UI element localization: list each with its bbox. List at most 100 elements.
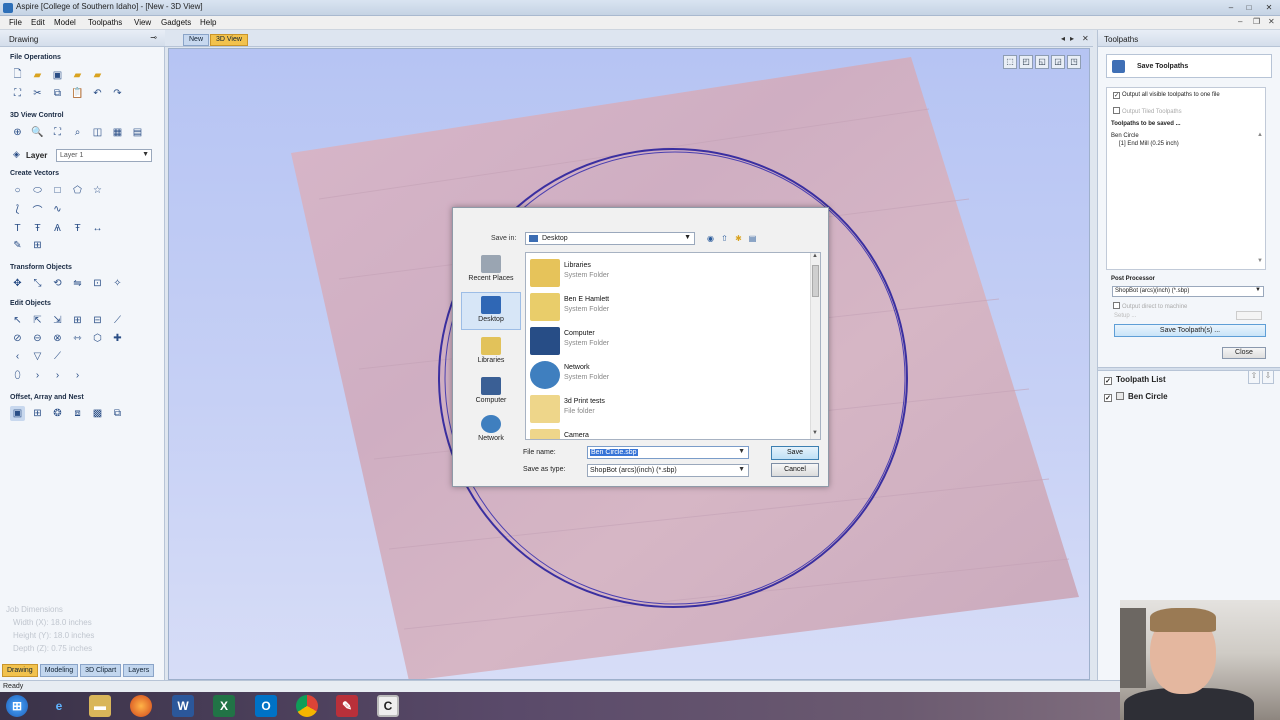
- menu-gadgets[interactable]: Gadgets: [161, 18, 191, 27]
- offset-open-icon[interactable]: ›: [70, 368, 85, 383]
- knife-icon[interactable]: ⟋: [110, 313, 125, 328]
- layer-select[interactable]: Layer 1 ▼: [56, 149, 152, 162]
- tab-drawing[interactable]: Drawing: [2, 664, 38, 677]
- save-button[interactable]: Save: [771, 446, 819, 460]
- output-tiled-checkbox[interactable]: Output Tiled Toolpaths: [1113, 107, 1182, 115]
- extend-icon[interactable]: ⟋: [50, 349, 65, 364]
- outlook-icon[interactable]: O: [255, 695, 277, 717]
- firefox-icon[interactable]: [130, 695, 152, 717]
- view-right-icon[interactable]: ◳: [1067, 55, 1081, 69]
- nudge-icon[interactable]: ›: [50, 368, 65, 383]
- tab-modeling[interactable]: Modeling: [39, 664, 79, 677]
- circular-array-icon[interactable]: ❂: [50, 406, 65, 421]
- group-icon[interactable]: ⊞: [70, 313, 85, 328]
- place-computer[interactable]: Computer: [461, 374, 521, 412]
- post-processor-select[interactable]: ShopBot (arcs)(inch) (*.sbp) ▼: [1112, 286, 1264, 297]
- curve-tool-icon[interactable]: ∿: [50, 202, 65, 217]
- nest-icon[interactable]: ⧈: [70, 406, 85, 421]
- cancel-button[interactable]: Cancel: [771, 463, 819, 477]
- mirror-icon[interactable]: ⇋: [70, 276, 85, 291]
- intersect-icon[interactable]: ⊗: [50, 331, 65, 346]
- view-menu-icon[interactable]: ▤: [747, 233, 758, 244]
- excel-icon[interactable]: X: [213, 695, 235, 717]
- list-item[interactable]: Libraries System Folder: [528, 257, 798, 289]
- tab-prev-icon[interactable]: ◂: [1061, 34, 1065, 43]
- view-iso-icon[interactable]: ⬚: [1003, 55, 1017, 69]
- internet-explorer-icon[interactable]: e: [48, 695, 70, 717]
- menu-view[interactable]: View: [134, 18, 151, 27]
- tab-layers[interactable]: Layers: [123, 664, 155, 677]
- paste-icon[interactable]: 📋: [70, 86, 85, 101]
- polyline-tool-icon[interactable]: ⟅: [10, 202, 25, 217]
- list-item[interactable]: Network System Folder: [528, 359, 798, 391]
- menu-model[interactable]: Model: [54, 18, 76, 27]
- word-icon[interactable]: W: [172, 695, 194, 717]
- output-all-checkbox[interactable]: ✓ Output all visible toolpaths to one fil…: [1113, 92, 1220, 99]
- file-explorer-icon[interactable]: ▬: [89, 695, 111, 717]
- offset-icon[interactable]: ▣: [10, 406, 25, 421]
- interactive-edit-icon[interactable]: ⇲: [50, 313, 65, 328]
- zoom-box-icon[interactable]: ⌕: [70, 125, 85, 140]
- new-folder-icon[interactable]: ✱: [733, 233, 744, 244]
- ungroup-icon[interactable]: ⊟: [90, 313, 105, 328]
- measure-tool-icon[interactable]: ⊞: [30, 238, 45, 253]
- close-button[interactable]: Close: [1222, 347, 1266, 359]
- toolpath-list-header[interactable]: ✓ Toolpath List: [1104, 375, 1166, 385]
- list-item[interactable]: Camera: [528, 427, 798, 439]
- mdi-minimize-icon[interactable]: –: [1238, 17, 1242, 26]
- menu-toolpaths[interactable]: Toolpaths: [88, 18, 122, 27]
- new-file-icon[interactable]: 🗋: [10, 68, 25, 83]
- maximize-button[interactable]: □: [1242, 2, 1256, 13]
- join-icon[interactable]: ⬡: [90, 331, 105, 346]
- redo-icon[interactable]: ↷: [110, 86, 125, 101]
- center-icon[interactable]: ✧: [110, 276, 125, 291]
- dimension-icon[interactable]: ↔: [90, 221, 105, 236]
- save-in-select[interactable]: Desktop ▼: [525, 232, 695, 245]
- place-desktop[interactable]: Desktop: [461, 292, 521, 330]
- tab-next-icon[interactable]: ▸: [1070, 34, 1074, 43]
- circle-tool-icon[interactable]: ○: [10, 183, 25, 198]
- scroll-down-icon[interactable]: ▼: [812, 430, 818, 436]
- file-name-field[interactable]: Ben Circle.sbp ▼: [587, 446, 749, 459]
- save-file-icon[interactable]: ▣: [50, 68, 65, 83]
- machine-setup-button[interactable]: [1236, 311, 1262, 320]
- minimize-button[interactable]: –: [1224, 2, 1238, 13]
- weld-icon[interactable]: ⊘: [10, 331, 25, 346]
- scroll-up-icon[interactable]: ▲: [812, 253, 818, 259]
- fit-curve-icon[interactable]: ⧉: [110, 406, 125, 421]
- aspire-icon[interactable]: C: [377, 695, 399, 717]
- pin-icon[interactable]: ⊸: [150, 33, 157, 42]
- place-libraries[interactable]: Libraries: [461, 334, 521, 372]
- rectangle-tool-icon[interactable]: □: [50, 183, 65, 198]
- tab-new[interactable]: New: [183, 34, 210, 46]
- open-file-icon[interactable]: ▰: [30, 68, 45, 83]
- file-list-scrollbar[interactable]: ▲ ▼: [810, 253, 820, 439]
- start-button[interactable]: ⊞: [6, 695, 28, 717]
- subtract-icon[interactable]: ⊖: [30, 331, 45, 346]
- mdi-restore-icon[interactable]: ❐: [1253, 17, 1260, 26]
- job-setup-icon[interactable]: ⛶: [10, 86, 25, 101]
- tab-3d-view[interactable]: 3D View: [210, 34, 248, 46]
- move-down-icon[interactable]: ⇩: [1262, 370, 1274, 384]
- scroll-up-icon[interactable]: ▲: [1257, 132, 1263, 138]
- close-vector-icon[interactable]: ⬯: [10, 368, 25, 383]
- arc-tool-icon[interactable]: ⌒: [30, 202, 45, 217]
- view-front-icon[interactable]: ◲: [1051, 55, 1065, 69]
- tab-3d-clipart[interactable]: 3D Clipart: [80, 664, 122, 677]
- move-icon[interactable]: ✥: [10, 276, 25, 291]
- text-on-curve-icon[interactable]: Ѧ: [50, 221, 65, 236]
- scroll-down-icon[interactable]: ▼: [1257, 258, 1263, 264]
- view-center-icon[interactable]: ⊕: [10, 125, 25, 140]
- view-top-icon[interactable]: ◰: [1019, 55, 1033, 69]
- close-view-icon[interactable]: ✕: [1082, 34, 1089, 43]
- menu-edit[interactable]: Edit: [31, 18, 45, 27]
- close-window-button[interactable]: ✕: [1262, 2, 1276, 13]
- place-network[interactable]: Network: [461, 412, 521, 450]
- copy-icon[interactable]: ⧉: [50, 86, 65, 101]
- select-icon[interactable]: ↖: [10, 313, 25, 328]
- rotate-icon[interactable]: ⟲: [50, 276, 65, 291]
- zoom-extents-icon[interactable]: ⛶: [50, 125, 65, 140]
- trim-icon[interactable]: ⇿: [70, 331, 85, 346]
- up-folder-icon[interactable]: ⇧: [719, 233, 730, 244]
- copy-along-icon[interactable]: ▩: [90, 406, 105, 421]
